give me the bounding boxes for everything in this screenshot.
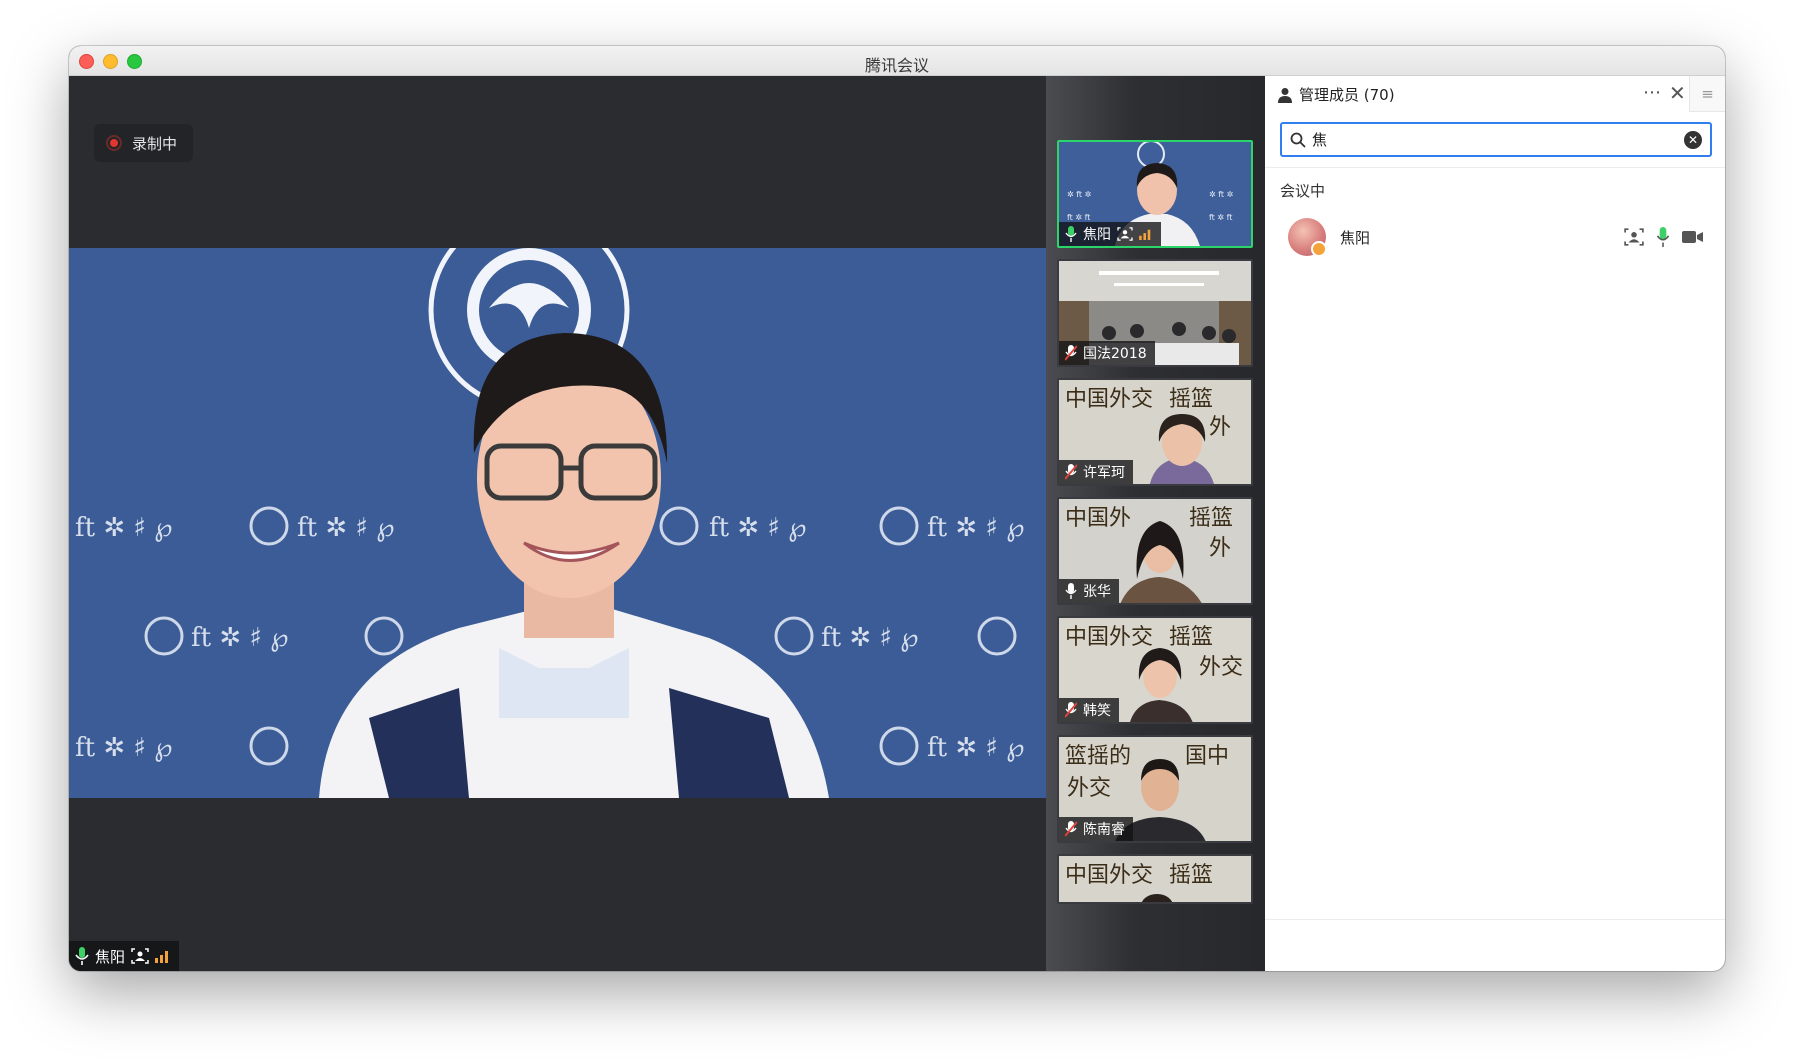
screen-share-icon[interactable] (1624, 228, 1644, 246)
thumbnail-tile[interactable]: 中国外交 摇篮 (1057, 854, 1253, 904)
panel-title: 管理成员 (70) (1299, 86, 1395, 104)
thumbnail-name: 韩笑 (1083, 703, 1111, 719)
recording-label: 录制中 (132, 134, 178, 153)
search-input[interactable] (1312, 130, 1684, 149)
main-stage: 录制中 ft ✲ ♯ ℘ ft ✲ ♯ ℘ ft ✲ ♯ ℘ ft ✲ ♯ ℘ … (69, 76, 1046, 971)
mic-icon (1065, 583, 1077, 599)
thumbnail-name: 陈南睿 (1083, 822, 1125, 838)
mic-muted-icon (1065, 464, 1077, 480)
signal-icon (155, 951, 169, 963)
svg-text:✲ ft ✲: ✲ ft ✲ (1067, 190, 1092, 199)
svg-text:ft ✲ ♯ ℘: ft ✲ ♯ ℘ (927, 513, 1024, 543)
svg-text:摇篮: 摇篮 (1169, 387, 1213, 412)
clear-icon[interactable]: ✕ (1684, 130, 1702, 149)
mic-icon (75, 947, 89, 965)
main-speaker-name: 焦阳 (95, 947, 126, 966)
svg-text:中国外交: 中国外交 (1065, 863, 1153, 888)
more-icon[interactable]: ⋯ (1643, 82, 1662, 103)
record-icon (106, 135, 122, 151)
member-panel: 管理成员 (70) ⋯ ✕ ≡ ✕ 会议中 焦阳 (1265, 76, 1725, 971)
svg-text:中国外交: 中国外交 (1065, 625, 1153, 650)
thumbnail-name-tag: 国法2018 (1059, 341, 1155, 365)
mic-muted-icon (1065, 702, 1077, 718)
svg-text:ft ✲ ♯ ℘: ft ✲ ♯ ℘ (191, 623, 288, 653)
close-icon[interactable]: ✕ (1669, 81, 1686, 105)
svg-text:中国外: 中国外 (1065, 506, 1131, 531)
meeting-window: 腾讯会议 录制中 ft ✲ ♯ ℘ ft ✲ ♯ ℘ ft ✲ ♯ ℘ ft ✲… (69, 46, 1725, 971)
screen-share-icon (1117, 227, 1133, 241)
thumbnail-tile[interactable]: ✲ ft ✲ ✲ ft ✲ ft ✲ ft ft ✲ ft 焦阳 (1057, 140, 1253, 248)
mic-icon[interactable] (1656, 227, 1670, 247)
svg-text:ft ✲ ♯ ℘: ft ✲ ♯ ℘ (75, 513, 172, 543)
thumbnail-name-tag: 陈南睿 (1059, 817, 1133, 841)
recording-indicator[interactable]: 录制中 (94, 124, 194, 162)
svg-text:✲ ft ✲: ✲ ft ✲ (1209, 190, 1234, 199)
section-label: 会议中 (1280, 182, 1326, 200)
thumbnail-name: 许军珂 (1083, 465, 1125, 481)
svg-text:外: 外 (1209, 415, 1231, 440)
svg-text:摇篮: 摇篮 (1169, 625, 1213, 650)
thumbnail-tile[interactable]: 中国外 摇篮外 张华 (1057, 497, 1253, 605)
menu-icon[interactable]: ≡ (1689, 76, 1725, 112)
mic-muted-icon (1065, 345, 1077, 361)
screen-share-icon (131, 948, 149, 964)
svg-text:ft ✲ ♯ ℘: ft ✲ ♯ ℘ (75, 733, 172, 763)
svg-text:国中: 国中 (1185, 744, 1229, 769)
main-video[interactable]: ft ✲ ♯ ℘ ft ✲ ♯ ℘ ft ✲ ♯ ℘ ft ✲ ♯ ℘ ft ✲… (69, 248, 1046, 798)
thumbnail-video: 中国外交 摇篮 (1059, 856, 1251, 902)
svg-text:ft ✲ ♯ ℘: ft ✲ ♯ ℘ (927, 733, 1024, 763)
mic-muted-icon (1065, 821, 1077, 837)
member-search[interactable]: ✕ (1280, 122, 1712, 157)
camera-icon[interactable] (1682, 229, 1704, 245)
video-thumbnail-strip[interactable]: ✲ ft ✲ ✲ ft ✲ ft ✲ ft ft ✲ ft 焦阳 国法2018 … (1046, 76, 1265, 971)
thumbnail-name-tag: 许军珂 (1059, 460, 1133, 484)
divider (1265, 919, 1725, 920)
thumbnail-name: 国法2018 (1083, 346, 1147, 362)
svg-text:摇篮: 摇篮 (1189, 506, 1233, 531)
member-controls (1624, 227, 1704, 247)
main-video-feed: ft ✲ ♯ ℘ ft ✲ ♯ ℘ ft ✲ ♯ ℘ ft ✲ ♯ ℘ ft ✲… (69, 248, 1046, 798)
thumbnail-tile[interactable]: 篮摇的 国中外交 陈南睿 (1057, 735, 1253, 843)
thumbnail-tile[interactable]: 中国外交 摇篮外交 韩笑 (1057, 616, 1253, 724)
svg-text:外交: 外交 (1199, 655, 1243, 680)
thumbnail-name-tag: 韩笑 (1059, 698, 1119, 722)
avatar (1288, 218, 1327, 257)
svg-text:中国外交: 中国外交 (1065, 387, 1153, 412)
svg-text:摇篮: 摇篮 (1169, 863, 1213, 888)
panel-header: 管理成员 (70) (1277, 84, 1395, 105)
thumbnail-name-tag: 焦阳 (1059, 222, 1161, 246)
thumbnail-name: 张华 (1083, 584, 1111, 600)
thumbnail-tile[interactable]: 中国外交 摇篮外 许军珂 (1057, 378, 1253, 486)
svg-text:外: 外 (1209, 536, 1231, 561)
title-bar: 腾讯会议 (69, 46, 1725, 76)
thumbnail-name: 焦阳 (1083, 227, 1111, 243)
person-icon (1278, 87, 1292, 103)
svg-text:ft ✲ ♯ ℘: ft ✲ ♯ ℘ (821, 623, 918, 653)
member-name: 焦阳 (1340, 228, 1371, 247)
svg-text:ft ✲ ♯ ℘: ft ✲ ♯ ℘ (709, 513, 806, 543)
member-row[interactable]: 焦阳 (1280, 212, 1712, 262)
search-icon (1290, 132, 1306, 148)
svg-text:篮摇的: 篮摇的 (1065, 744, 1131, 769)
svg-text:外交: 外交 (1067, 776, 1111, 801)
window-title: 腾讯会议 (864, 56, 929, 75)
thumbnail-tile[interactable]: 国法2018 (1057, 259, 1253, 367)
mic-icon (1065, 226, 1077, 242)
signal-icon (1139, 229, 1151, 240)
divider (1265, 167, 1725, 168)
svg-text:ft ✲ ft: ft ✲ ft (1067, 213, 1090, 222)
svg-text:ft ✲ ft: ft ✲ ft (1209, 213, 1232, 222)
main-speaker-tag: 焦阳 (69, 941, 180, 971)
svg-text:ft ✲ ♯ ℘: ft ✲ ♯ ℘ (297, 513, 394, 543)
thumbnail-name-tag: 张华 (1059, 579, 1119, 603)
